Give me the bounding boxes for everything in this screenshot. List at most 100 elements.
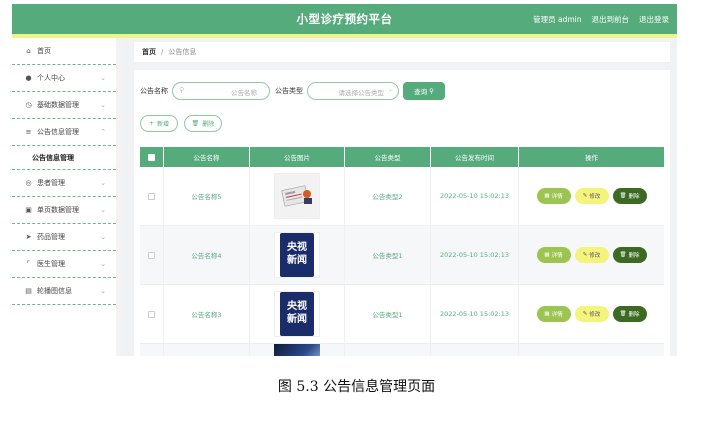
chevron-up-icon: ⌃ xyxy=(100,128,106,136)
edit-button[interactable]: ✎ 修改 xyxy=(574,247,609,263)
row-actions: ▦ 详情 ✎ 修改 🗑 删除 xyxy=(519,167,664,225)
cctv-logo-top: 央视 xyxy=(287,301,307,312)
pencil-icon: ✎ xyxy=(582,311,588,317)
notice-image-cell xyxy=(250,167,345,225)
sidebar-item-profile[interactable]: ● 个人中心 ⌄ xyxy=(12,65,116,92)
cctv-news-image: 央视 新闻 xyxy=(274,291,320,337)
printer-icon: ▣ xyxy=(25,206,32,214)
exit-to-front-link[interactable]: 退出到前台 xyxy=(592,14,630,25)
header-image: 公告图片 xyxy=(250,147,345,167)
row-actions xyxy=(519,344,664,356)
clipboard-icon: ▤ xyxy=(25,287,32,295)
notice-image-cell xyxy=(250,344,345,356)
type-select[interactable]: 请选择公告类型 ⌄ xyxy=(307,82,399,100)
delete-label: 删除 xyxy=(628,194,640,200)
edit-label: 修改 xyxy=(589,194,601,200)
query-button-label: 查询 xyxy=(414,88,428,96)
sidebar: ⌂ 首页 ● 个人中心 ⌄ ◷ 基础数据管理 ⌄ ≡ 公告信息管理 ⌃ 公告信息… xyxy=(12,38,122,356)
action-bar: + 新增 🗑 删除 xyxy=(140,115,222,132)
detail-icon: ▦ xyxy=(544,193,550,199)
delete-button-label: 删除 xyxy=(202,121,215,128)
name-filter-label: 公告名称 xyxy=(140,87,168,95)
select-all-checkbox[interactable] xyxy=(148,153,155,161)
header-time: 公告发布时间 xyxy=(431,147,519,167)
header-type: 公告类型 xyxy=(345,147,431,167)
cctv-logo-bottom: 新闻 xyxy=(287,255,307,266)
chevron-down-icon: ⌄ xyxy=(100,233,106,241)
sidebar-item-patients[interactable]: ◎ 患者管理 ⌄ xyxy=(12,170,116,197)
cctv-logo-bottom: 新闻 xyxy=(287,314,307,325)
row-checkbox[interactable] xyxy=(148,251,155,259)
cctv-news-image: 央视 新闻 xyxy=(274,232,320,278)
sidebar-item-carousel[interactable]: ▤ 轮播图信息 ⌄ xyxy=(12,278,116,305)
query-button[interactable]: 查询 ⚲ xyxy=(403,82,445,100)
table-row xyxy=(140,344,664,356)
row-check-cell xyxy=(140,167,164,225)
notice-image-cell: 央视 新闻 xyxy=(250,226,345,284)
edit-button[interactable]: ✎ 修改 xyxy=(574,306,609,322)
pencil-icon: ✎ xyxy=(582,193,588,199)
delete-button[interactable]: 🗑 删除 xyxy=(612,188,647,204)
notice-name: 公告名称4 xyxy=(164,226,250,284)
notice-time: 2022-05-10 15:02:13 xyxy=(431,285,519,343)
row-checkbox[interactable] xyxy=(148,310,155,318)
add-button[interactable]: + 新增 xyxy=(140,115,178,132)
sidebar-item-home[interactable]: ⌂ 首页 xyxy=(12,38,116,65)
cctv-news-logo: 央视 新闻 xyxy=(280,233,314,277)
logout-link[interactable]: 退出登录 xyxy=(639,14,669,25)
detail-label: 详情 xyxy=(551,194,563,200)
sidebar-item-label: 单页数据管理 xyxy=(37,206,79,214)
notice-type: 公告类型2 xyxy=(345,167,431,225)
trash-icon: 🗑 xyxy=(619,311,627,317)
detail-button[interactable]: ▦ 详情 xyxy=(536,247,571,263)
detail-button[interactable]: ▦ 详情 xyxy=(536,188,571,204)
header-actions: 操作 xyxy=(585,154,598,162)
cctv-logo-top: 央视 xyxy=(287,242,307,253)
table-header: 公告名称 公告图片 公告类型 公告发布时间 操作 xyxy=(140,147,664,167)
delete-button[interactable]: 🗑 删除 xyxy=(612,306,647,322)
detail-icon: ▦ xyxy=(544,252,550,258)
top-header: 小型诊疗预约平台 管理员 admin 退出到前台 退出登录 xyxy=(12,4,677,34)
notice-type: 公告类型1 xyxy=(345,285,431,343)
plus-icon: + xyxy=(148,120,154,127)
figure-caption: 图 5.3 公告信息管理页面 xyxy=(277,379,436,395)
detail-button[interactable]: ▦ 详情 xyxy=(536,306,571,322)
sidebar-item-doctors[interactable]: ⌜ 医生管理 ⌄ xyxy=(12,251,116,278)
edit-button[interactable]: ✎ 修改 xyxy=(574,188,609,204)
search-icon: ⚲ xyxy=(429,87,434,95)
notice-image-cell: 央视 新闻 xyxy=(250,285,345,343)
newspaper-image xyxy=(274,173,320,219)
notice-time: 2022-05-10 15:02:13 xyxy=(431,167,519,225)
table-row: 公告名称4 央视 新闻 公告类型1 2022-05-10 15:02:13 ▦ 详… xyxy=(140,226,664,285)
sidebar-item-notice[interactable]: ≡ 公告信息管理 ⌃ xyxy=(12,119,116,146)
app-window: 小型诊疗预约平台 管理员 admin 退出到前台 退出登录 ⌂ 首页 ● 个人中… xyxy=(12,4,677,356)
sidebar-item-base-data[interactable]: ◷ 基础数据管理 ⌄ xyxy=(12,92,116,119)
trash-icon: 🗑 xyxy=(619,193,627,199)
sidebar-item-label: 医生管理 xyxy=(37,260,65,268)
notice-name: 公告名称5 xyxy=(164,167,250,225)
chevron-down-icon: ⌄ xyxy=(100,179,106,187)
breadcrumb-separator: / xyxy=(161,48,164,56)
trash-icon: 🗑 xyxy=(191,120,200,127)
name-search-input[interactable]: ⚲ 公告名称 xyxy=(172,82,270,100)
breadcrumb-home[interactable]: 首页 xyxy=(142,47,156,57)
edit-label: 修改 xyxy=(589,312,601,318)
header-name: 公告名称 xyxy=(164,147,250,167)
table-row: 公告名称3 央视 新闻 公告类型1 2022-05-10 15:02:13 ▦ 详… xyxy=(140,285,664,344)
batch-delete-button[interactable]: 🗑 删除 xyxy=(184,115,222,132)
type-select-placeholder: 请选择公告类型 xyxy=(338,89,385,97)
cctv-news-logo: 央视 新闻 xyxy=(280,292,314,336)
clock-icon: ◷ xyxy=(25,101,32,109)
delete-button[interactable]: 🗑 删除 xyxy=(612,247,647,263)
sidebar-subitem-notice-manage[interactable]: 公告信息管理 xyxy=(12,146,116,170)
delete-label: 删除 xyxy=(628,253,640,259)
sidebar-item-single-page[interactable]: ▣ 单页数据管理 ⌄ xyxy=(12,197,116,224)
chevron-down-icon: ⌄ xyxy=(100,101,106,109)
name-search-placeholder: 公告名称 xyxy=(231,89,257,97)
trash-icon: 🗑 xyxy=(619,252,627,258)
pencil-icon: ✎ xyxy=(582,252,588,258)
sidebar-item-medicine[interactable]: ➤ 药品管理 ⌄ xyxy=(12,224,116,251)
search-bar: 公告名称 ⚲ 公告名称 公告类型 请选择公告类型 ⌄ 查询 ⚲ xyxy=(140,82,445,100)
notice-table: 公告名称 公告图片 公告类型 公告发布时间 操作 公告名称5 公告类型2 202… xyxy=(140,147,664,356)
row-checkbox[interactable] xyxy=(148,192,155,200)
